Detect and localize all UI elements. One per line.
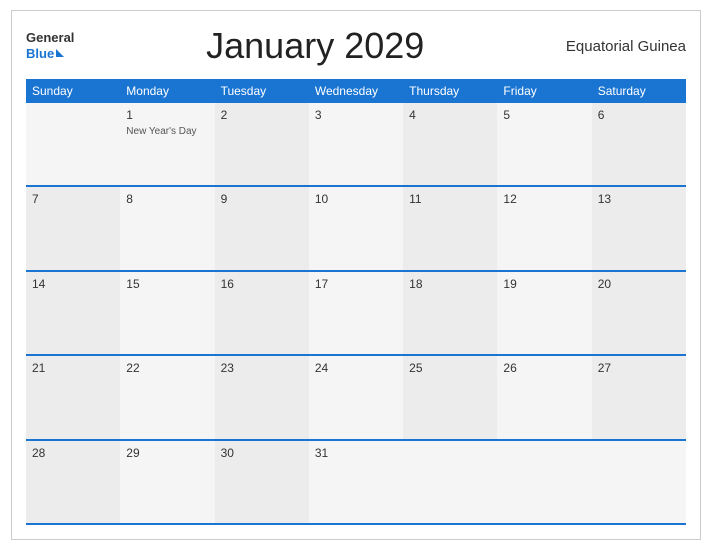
day-header-thursday: Thursday: [403, 79, 497, 103]
calendar-cell: 30: [215, 441, 309, 523]
cell-date: 14: [32, 276, 114, 293]
cell-date: 31: [315, 445, 397, 462]
calendar-cell: 25: [403, 356, 497, 438]
calendar-cell: 6: [592, 103, 686, 185]
country-label: Equatorial Guinea: [556, 38, 686, 55]
calendar-cell: 20: [592, 272, 686, 354]
calendar-week-0: 1 New Year's Day 23456: [26, 103, 686, 187]
calendar-week-1: 789 10 11 12 13: [26, 187, 686, 271]
cell-date: 9: [221, 191, 303, 208]
calendar-cell: 24: [309, 356, 403, 438]
cell-date: 8: [126, 191, 208, 208]
calendar-cell: 15: [120, 272, 214, 354]
day-header-sunday: Sunday: [26, 79, 120, 103]
logo: General Blue: [26, 31, 74, 60]
cell-date: 1: [126, 107, 208, 124]
calendar-cell: 26: [497, 356, 591, 438]
calendar-cell: 1 New Year's Day: [120, 103, 214, 185]
cell-date: 4: [409, 107, 491, 124]
calendar-cell: 14: [26, 272, 120, 354]
calendar-week-3: 21 22 23 24 25 26 27: [26, 356, 686, 440]
cell-date: 26: [503, 360, 585, 377]
calendar-cell: 8: [120, 187, 214, 269]
calendar-week-2: 14 15 16 17 18 19 20: [26, 272, 686, 356]
calendar-cell: 5: [497, 103, 591, 185]
calendar-cell: 22: [120, 356, 214, 438]
calendar-cell: 27: [592, 356, 686, 438]
calendar-cell: 2: [215, 103, 309, 185]
logo-triangle-icon: [56, 49, 64, 57]
logo-blue-area: Blue: [26, 46, 64, 61]
calendar-cell: 21: [26, 356, 120, 438]
cell-date: 3: [315, 107, 397, 124]
cell-date: 5: [503, 107, 585, 124]
calendar-cell: 28: [26, 441, 120, 523]
cell-date: 13: [598, 191, 680, 208]
calendar-cell: 9: [215, 187, 309, 269]
day-header-wednesday: Wednesday: [309, 79, 403, 103]
cell-date: 10: [315, 191, 397, 208]
calendar-title: January 2029: [74, 25, 556, 67]
calendar-cell: 13: [592, 187, 686, 269]
cell-date: 25: [409, 360, 491, 377]
cell-date: 2: [221, 107, 303, 124]
calendar-week-4: 28 29 30 31: [26, 441, 686, 525]
day-header-monday: Monday: [120, 79, 214, 103]
calendar-cell: 31: [309, 441, 403, 523]
logo-general-text: General: [26, 31, 74, 45]
cell-date: 22: [126, 360, 208, 377]
cell-date: 27: [598, 360, 680, 377]
cell-date: 28: [32, 445, 114, 462]
calendar-cell: 16: [215, 272, 309, 354]
day-headers-row: SundayMondayTuesdayWednesdayThursdayFrid…: [26, 79, 686, 103]
calendar-cell: 17: [309, 272, 403, 354]
cell-date: 18: [409, 276, 491, 293]
cell-date: 11: [409, 191, 491, 208]
calendar-grid: SundayMondayTuesdayWednesdayThursdayFrid…: [26, 79, 686, 525]
calendar-cell: 12: [497, 187, 591, 269]
cell-date: 6: [598, 107, 680, 124]
day-header-saturday: Saturday: [592, 79, 686, 103]
calendar-container: General Blue January 2029 Equatorial Gui…: [11, 10, 701, 540]
calendar-cell: 11: [403, 187, 497, 269]
calendar-cell: [26, 103, 120, 185]
cell-event: New Year's Day: [126, 126, 208, 137]
cell-date: 24: [315, 360, 397, 377]
calendar-cell: 3: [309, 103, 403, 185]
cell-date: 15: [126, 276, 208, 293]
cell-date: 17: [315, 276, 397, 293]
cell-date: 21: [32, 360, 114, 377]
calendar-cell: [497, 441, 591, 523]
calendar-cell: 23: [215, 356, 309, 438]
cell-date: 7: [32, 191, 114, 208]
logo-blue-text: Blue: [26, 46, 54, 61]
calendar-cell: 18: [403, 272, 497, 354]
cell-date: 30: [221, 445, 303, 462]
calendar-header: General Blue January 2029 Equatorial Gui…: [26, 21, 686, 71]
cell-date: 19: [503, 276, 585, 293]
calendar-cell: [403, 441, 497, 523]
day-header-tuesday: Tuesday: [215, 79, 309, 103]
cell-date: 20: [598, 276, 680, 293]
cell-date: 12: [503, 191, 585, 208]
day-header-friday: Friday: [497, 79, 591, 103]
calendar-cell: 10: [309, 187, 403, 269]
calendar-cell: 19: [497, 272, 591, 354]
calendar-cell: [592, 441, 686, 523]
cell-date: 29: [126, 445, 208, 462]
calendar-cell: 29: [120, 441, 214, 523]
calendar-cell: 4: [403, 103, 497, 185]
cell-date: 23: [221, 360, 303, 377]
calendar-cell: 7: [26, 187, 120, 269]
cell-date: 16: [221, 276, 303, 293]
